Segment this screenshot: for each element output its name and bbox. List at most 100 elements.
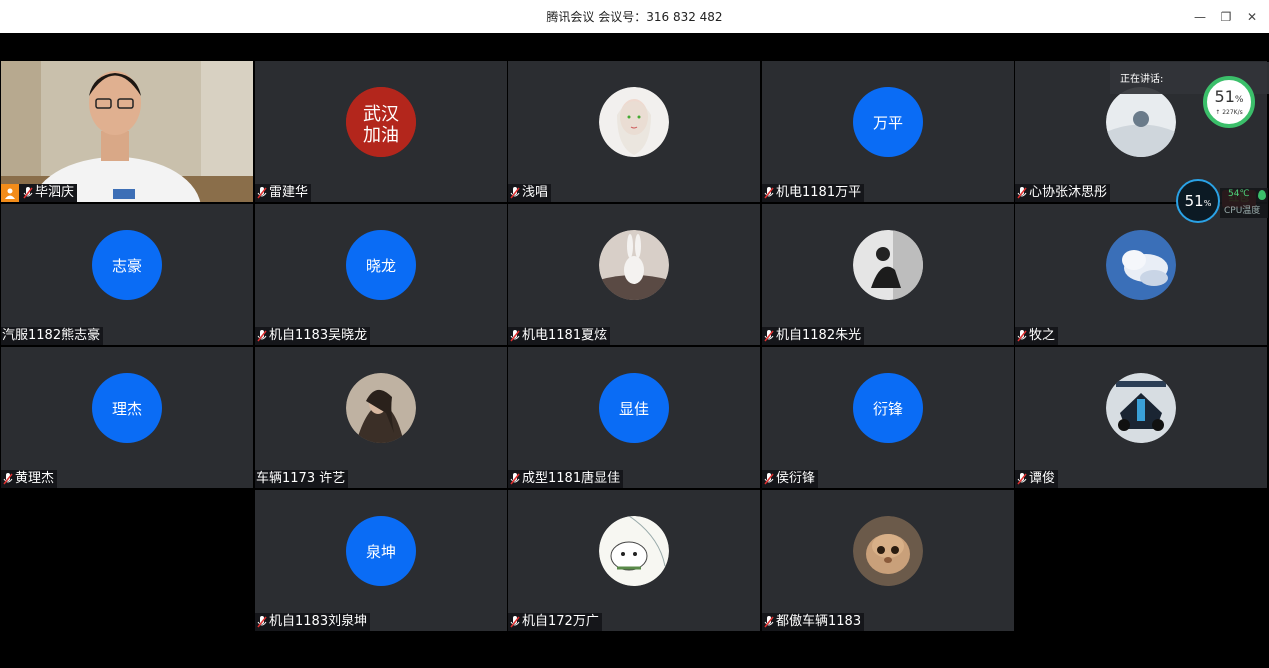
participant-tile[interactable]: 浅唱: [508, 61, 760, 202]
participant-name-tag: 浅唱: [508, 184, 552, 202]
cpu-temp-label: CPU温度: [1224, 206, 1261, 216]
cpu-percent: 51: [1184, 192, 1204, 210]
participant-tile[interactable]: 毕泗庆: [1, 61, 253, 202]
avatar: [1106, 87, 1176, 157]
participant-name-tag: 机自1183刘泉坤: [255, 613, 371, 631]
participant-name: 浅唱: [522, 185, 549, 200]
participant-tile[interactable]: 武汉 加油 雷建华: [255, 61, 507, 202]
close-button[interactable]: ✕: [1241, 6, 1263, 28]
participant-name-tag: 机自172万广: [508, 613, 602, 631]
participant-name-tag: 黄理杰: [1, 470, 58, 488]
participant-name-tag: 机自1183吴晓龙: [255, 327, 371, 345]
participant-tile[interactable]: 晓龙 机自1183吴晓龙: [255, 204, 507, 345]
cpu-temp-value: 54℃: [1228, 189, 1250, 199]
mic-icon: [1017, 473, 1027, 485]
participant-name-tag: 雷建华: [255, 184, 312, 202]
window-title: 腾讯会议 会议号：316 832 482: [546, 10, 723, 24]
avatar: [1106, 373, 1176, 443]
cpu-percent-unit: %: [1203, 199, 1212, 208]
network-percent-unit: %: [1234, 95, 1244, 105]
avatar: 万平: [853, 87, 923, 157]
avatar: [599, 87, 669, 157]
mic-icon: [510, 473, 520, 485]
speaking-label: 正在讲话:: [1120, 74, 1164, 85]
avatar: 志豪: [92, 230, 162, 300]
restore-button[interactable]: ❐: [1215, 6, 1237, 28]
svg-text:加油: 加油: [363, 125, 399, 146]
mic-icon: [3, 473, 13, 485]
participant-name-tag: 机自1182朱光: [762, 327, 865, 345]
participant-name: 毕泗庆: [35, 185, 75, 200]
mic-icon: [23, 187, 33, 199]
avatar: 武汉 加油: [346, 87, 416, 157]
mic-icon: [764, 187, 774, 199]
participant-name-tag: 机电1181夏炫: [508, 327, 611, 345]
participant-name-tag: 机电1181万平: [762, 184, 865, 202]
participant-tile[interactable]: 志豪 汽服1182熊志豪: [1, 204, 253, 345]
avatar: [599, 516, 669, 586]
participant-name: 成型1181唐显佳: [522, 471, 621, 486]
mic-icon: [510, 187, 520, 199]
participant-tile[interactable]: 理杰 黄理杰: [1, 347, 253, 488]
participant-name: 机电1181夏炫: [522, 328, 608, 343]
avatar: 理杰: [92, 373, 162, 443]
participant-name-tag: 牧之: [1015, 327, 1059, 345]
participant-name: 机自1183吴晓龙: [269, 328, 368, 343]
participant-name: 谭俊: [1029, 471, 1056, 486]
title-bar: 腾讯会议 会议号：316 832 482 — ❐ ✕: [0, 0, 1269, 33]
participant-name-tag: 汽服1182熊志豪: [1, 327, 104, 345]
mic-icon: [257, 616, 267, 628]
video-feed: [1, 61, 253, 202]
participant-tile[interactable]: 显佳 成型1181唐显佳: [508, 347, 760, 488]
avatar: 泉坤: [346, 516, 416, 586]
participant-name: 机自1182朱光: [776, 328, 862, 343]
host-icon: [1, 184, 19, 202]
participant-name-tag: 心协张沐思彤: [1015, 184, 1111, 202]
participant-tile[interactable]: 都傲车辆1183: [762, 490, 1014, 631]
participant-name: 机自1183刘泉坤: [269, 614, 368, 629]
mic-icon: [510, 616, 520, 628]
participant-tile[interactable]: 车辆1173 许艺: [255, 347, 507, 488]
avatar: [853, 230, 923, 300]
mic-icon: [510, 330, 520, 342]
mic-icon: [1017, 187, 1027, 199]
participant-tile[interactable]: 泉坤 机自1183刘泉坤: [255, 490, 507, 631]
mic-icon: [764, 616, 774, 628]
participant-name-tag: 都傲车辆1183: [762, 613, 865, 631]
participant-tile[interactable]: 机自172万广: [508, 490, 760, 631]
cpu-gauge[interactable]: 51%: [1176, 179, 1220, 223]
svg-text:武汉: 武汉: [363, 104, 399, 125]
participant-name: 侯衍锋: [776, 471, 816, 486]
droplet-icon: [1258, 190, 1266, 200]
window-controls: — ❐ ✕: [1189, 0, 1263, 33]
participant-name: 牧之: [1029, 328, 1056, 343]
participant-tile[interactable]: 万平 机电1181万平: [762, 61, 1014, 202]
participant-tile[interactable]: 谭俊: [1015, 347, 1267, 488]
participant-name: 机自172万广: [522, 614, 599, 629]
participant-name: 雷建华: [269, 185, 309, 200]
network-speed: ↑ 227K/s: [1215, 109, 1243, 116]
participant-tile[interactable]: 牧之: [1015, 204, 1267, 345]
avatar: 显佳: [599, 373, 669, 443]
avatar: [1106, 230, 1176, 300]
network-gauge[interactable]: 51% ↑ 227K/s: [1203, 76, 1255, 128]
participant-name-tag: 毕泗庆: [1, 184, 78, 202]
mic-icon: [257, 330, 267, 342]
participant-name: 汽服1182熊志豪: [2, 328, 101, 343]
participant-name: 都傲车辆1183: [776, 614, 862, 629]
participant-name: 机电1181万平: [776, 185, 862, 200]
avatar: [346, 373, 416, 443]
participant-name: 车辆1173 许艺: [256, 471, 346, 486]
mic-icon: [1017, 330, 1027, 342]
participant-name-tag: 车辆1173 许艺: [255, 470, 349, 488]
cpu-temp-panel: 54℃ CPU温度: [1220, 188, 1268, 218]
mic-icon: [764, 330, 774, 342]
video-grid: 毕泗庆 武汉 加油 雷建华 浅唱 万平 机电1181万平 心协张沐思彤 志豪 汽…: [0, 33, 1269, 668]
minimize-button[interactable]: —: [1189, 6, 1211, 28]
participant-tile[interactable]: 机自1182朱光: [762, 204, 1014, 345]
mic-icon: [764, 473, 774, 485]
avatar: 晓龙: [346, 230, 416, 300]
participant-tile[interactable]: 衍锋 侯衍锋: [762, 347, 1014, 488]
participant-tile[interactable]: 机电1181夏炫: [508, 204, 760, 345]
participant-name: 心协张沐思彤: [1029, 185, 1108, 200]
